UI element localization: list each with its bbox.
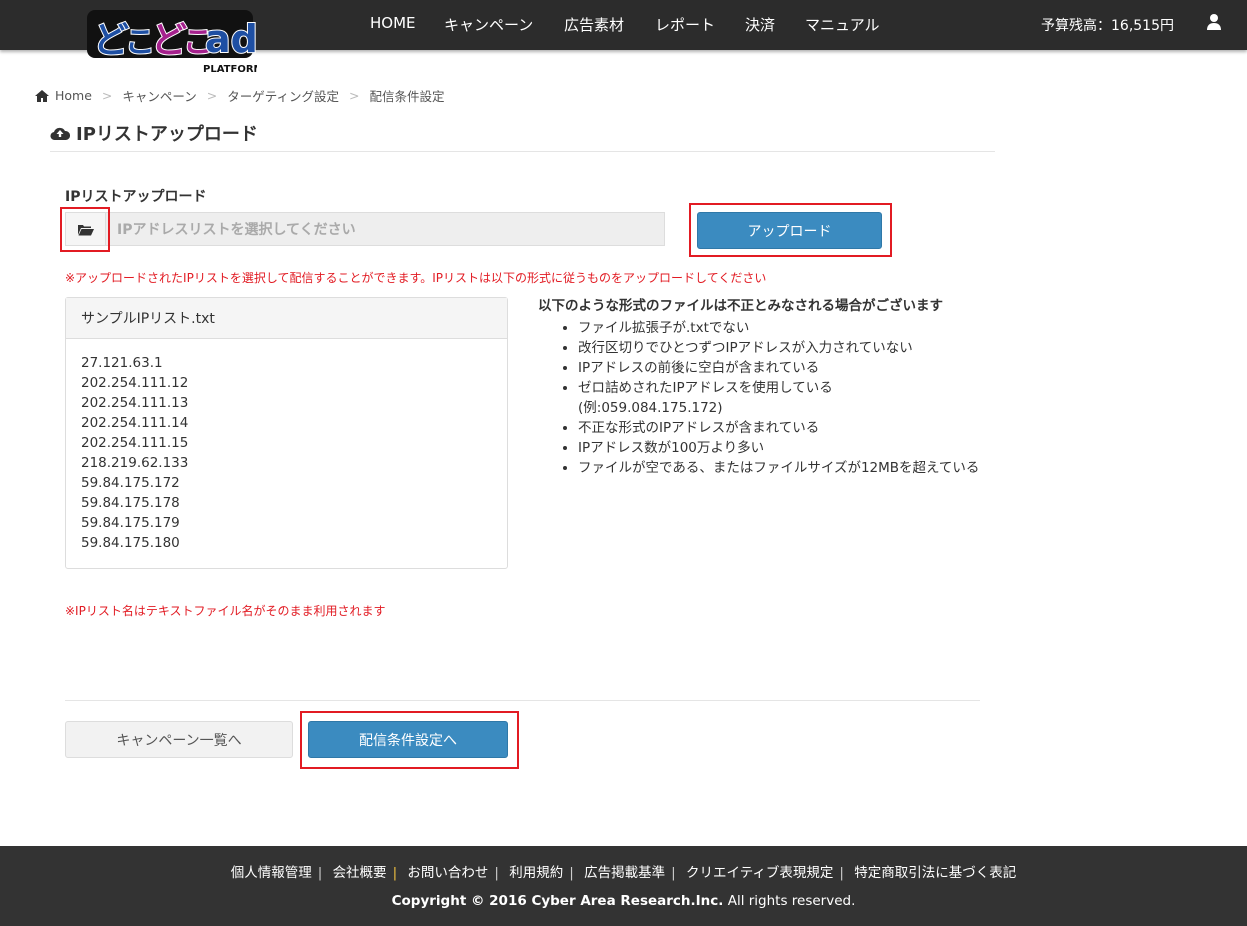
footer-link[interactable]: 特定商取引法に基づく表記 [854,865,1016,881]
nav-campaign[interactable]: キャンペーン [444,14,533,35]
sample-ip: 202.254.111.12 [81,375,189,391]
nav-creatives[interactable]: 広告素材 [564,14,624,35]
sample-ip: 59.84.175.180 [81,535,180,551]
highlight-browse [60,207,110,252]
footer-links: 個人情報管理 | 会社概要 | お問い合わせ | 利用規約 | 広告掲載基準 | クリエイ… [230,865,1017,881]
divider [65,700,980,701]
sample-ip: 202.254.111.15 [81,435,189,451]
nav-payment[interactable]: 決済 [745,14,775,35]
sample-ip-list: 27.121.63.1 202.254.111.12 202.254.111.1… [66,339,507,567]
invalid-item: 不正な形式のIPアドレスが含まれている [578,418,988,438]
sample-ip: 59.84.175.179 [81,515,180,531]
svg-text:ど: ど [93,20,129,61]
copyright-bold: Copyright © 2016 Cyber Area Research.Inc… [391,893,724,909]
logo[interactable]: ど こ ど こ ad PLATFORM [85,4,264,75]
footer-link[interactable]: 広告掲載基準 [584,865,665,881]
highlight-next [300,711,519,769]
footer-link[interactable]: お問い合わせ [407,865,488,881]
breadcrumb: Home > キャンペーン > ターゲティング設定 > 配信条件設定 [35,86,445,105]
footer-link[interactable]: 利用規約 [509,865,563,881]
sample-ip: 218.219.62.133 [81,455,189,471]
breadcrumb-home[interactable]: Home [55,88,92,103]
sample-panel: サンプルIPリスト.txt 27.121.63.1 202.254.111.12… [65,297,508,569]
user-icon[interactable] [1206,13,1222,35]
invalid-format-info: 以下のような形式のファイルは不正とみなされる場合がございます ファイル拡張子が.… [538,296,988,478]
divider [50,151,995,152]
sample-ip: 59.84.175.172 [81,475,180,491]
nav-home[interactable]: HOME [370,14,416,32]
sample-ip: 27.121.63.1 [81,355,163,371]
footer: 個人情報管理 | 会社概要 | お問い合わせ | 利用規約 | 広告掲載基準 | クリエイ… [0,846,1247,926]
campaign-list-button[interactable]: キャンペーン一覧へ [65,721,293,758]
sample-ip: 202.254.111.13 [81,395,189,411]
nav-report[interactable]: レポート [655,14,715,35]
sample-title: サンプルIPリスト.txt [66,298,507,339]
cloud-upload-icon [50,127,70,141]
list-name-note: ※IPリスト名はテキストファイル名がそのまま利用されます [65,604,386,618]
svg-text:ど: ど [151,20,187,61]
invalid-item: ファイルが空である、またはファイルサイズが12MBを超えている [578,458,988,478]
copyright: Copyright © 2016 Cyber Area Research.Inc… [0,893,1247,909]
invalid-item: IPアドレスの前後に空白が含まれている [578,358,988,378]
invalid-heading: 以下のような形式のファイルは不正とみなされる場合がございます [538,298,943,314]
footer-link[interactable]: クリエイティブ表現規定 [686,865,833,881]
invalid-item: IPアドレス数が100万より多い [578,438,988,458]
upload-label: IPリストアップロード [65,189,207,205]
svg-text:PLATFORM: PLATFORM [203,64,257,74]
invalid-item: 改行区切りでひとつずつIPアドレスが入力されていない [578,338,988,358]
highlight-upload [689,203,892,257]
page-title: IPリストアップロード [50,120,258,146]
invalid-item: ゼロ詰めされたIPアドレスを使用している(例:059.084.175.172) [578,378,838,418]
breadcrumb-campaign[interactable]: キャンペーン [122,86,196,105]
sample-ip: 202.254.111.14 [81,415,189,431]
page-title-text: IPリストアップロード [76,124,258,145]
footer-link[interactable]: 個人情報管理 [231,865,312,881]
copyright-rest: All rights reserved. [723,893,856,909]
home-icon [35,89,49,102]
upload-note: ※アップロードされたIPリストを選択して配信することができます。IPリストは以下… [65,271,767,285]
svg-text:ad: ad [205,17,257,61]
breadcrumb-targeting[interactable]: ターゲティング設定 [227,86,339,105]
invalid-item: ファイル拡張子が.txtでない [578,318,988,338]
file-input-placeholder: IPアドレスリストを選択してください [117,222,356,238]
footer-link[interactable]: 会社概要 [333,865,387,881]
sample-ip: 59.84.175.178 [81,495,180,511]
nav-manual[interactable]: マニュアル [805,14,880,35]
budget-balance: 予算残高：16,515円 [1041,18,1174,34]
breadcrumb-current: 配信条件設定 [369,89,445,104]
